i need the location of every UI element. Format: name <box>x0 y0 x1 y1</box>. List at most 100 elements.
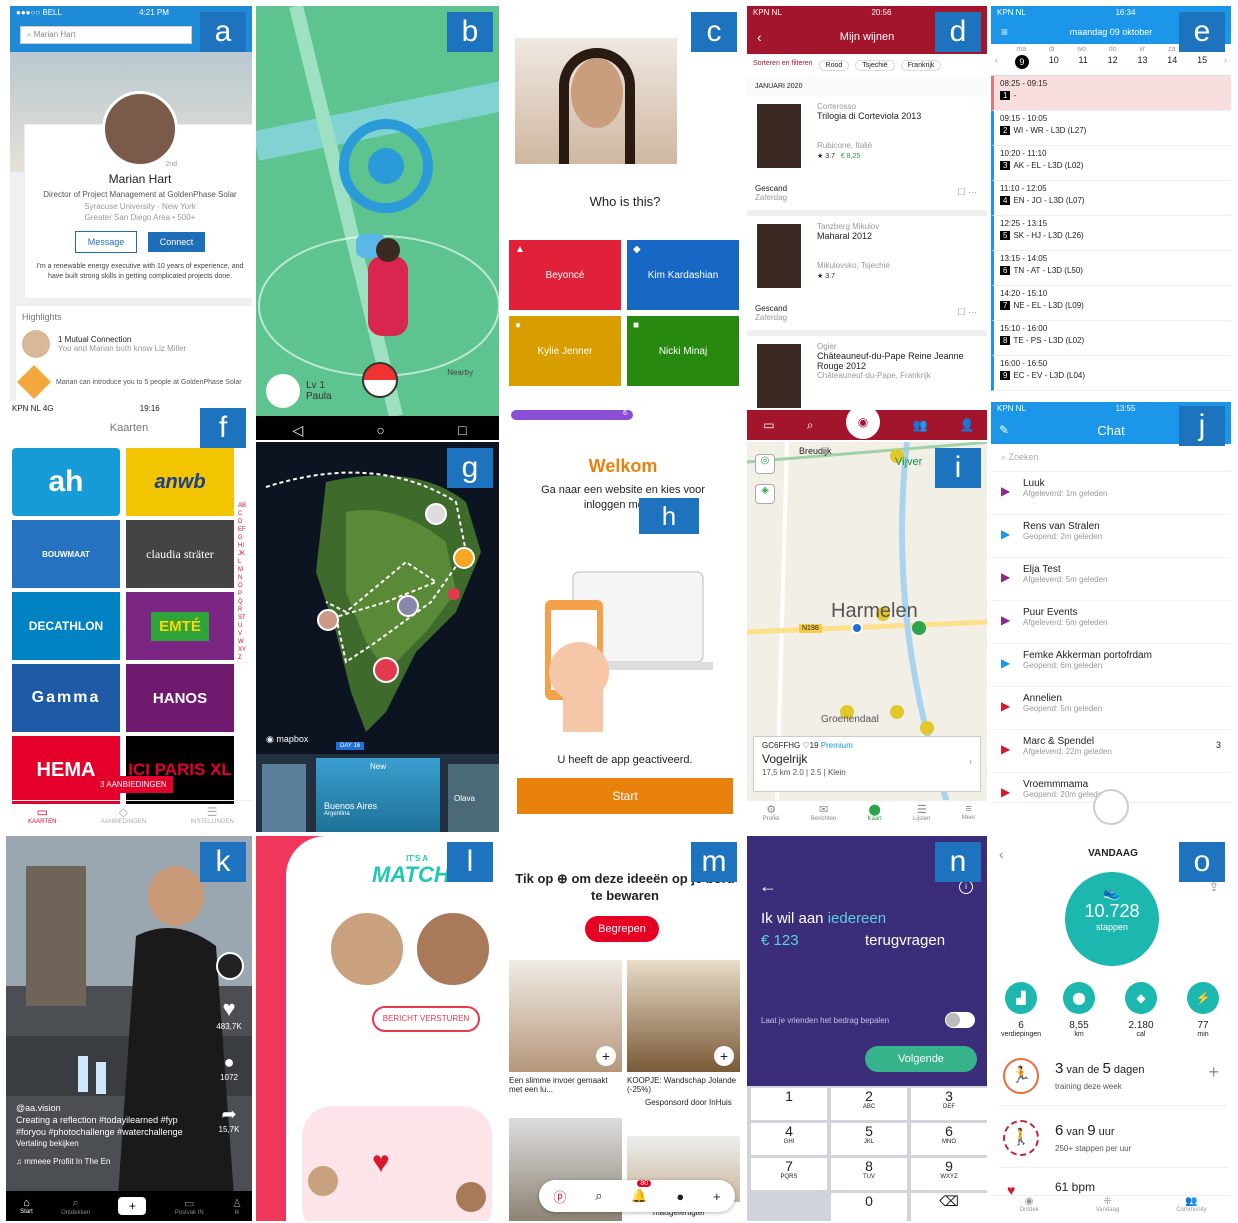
chevron-left-icon[interactable]: ‹ <box>995 55 998 65</box>
nearby-label[interactable]: Nearby <box>447 368 473 377</box>
home-icon[interactable]: ○ <box>376 422 384 438</box>
tab-inbox[interactable]: ▭ Postvak IN <box>175 1197 204 1216</box>
floors-stat[interactable]: ▟ 6 verdiepingen <box>991 982 1051 1038</box>
info-icon[interactable]: i <box>959 880 973 894</box>
friends-icon[interactable]: 👥 <box>912 418 927 432</box>
recipient-selector[interactable]: iedereen <box>828 910 886 927</box>
date[interactable]: 12 <box>1108 55 1118 69</box>
chat-row[interactable]: ▶ Puur Events Afgeleverd: 5m geleden <box>991 601 1231 644</box>
lesson-row[interactable]: 16:00 - 16:50 9 EC - EV - L3D (L04) <box>991 356 1231 391</box>
add-icon[interactable]: + <box>1208 1062 1219 1083</box>
new-chat-icon[interactable]: ✎ <box>999 423 1009 437</box>
offers-badge[interactable]: 3 AANBIEDINGEN <box>94 776 173 793</box>
card-tile[interactable]: DECATHLON <box>12 592 120 660</box>
search-icon[interactable]: ⌕ <box>595 1188 602 1204</box>
keypad-key[interactable]: 1 <box>751 1088 827 1120</box>
date-selected[interactable]: 9 <box>1014 55 1029 69</box>
locate-icon[interactable]: ◎ <box>755 454 775 474</box>
add-pin-icon[interactable]: + <box>596 1046 616 1066</box>
keypad-key[interactable]: 6 MNO <box>911 1123 987 1155</box>
lesson-row[interactable]: 09:15 - 10:05 2 WI - WR - L3D (L27) <box>991 111 1231 146</box>
card-tile[interactable]: Gamma <box>12 664 120 732</box>
keypad-key[interactable]: 9 WXYZ <box>911 1158 987 1190</box>
distance-stat[interactable]: ⬤ 8,55 km <box>1049 982 1109 1038</box>
tab-offers[interactable]: ◇ AANBIEDINGEN <box>101 805 146 832</box>
lesson-row[interactable]: 15:10 - 16:00 8 TE - PS - L3D (L02) <box>991 321 1231 356</box>
camera-button[interactable] <box>1093 789 1129 825</box>
keypad-key[interactable]: 2 ABC <box>831 1088 907 1120</box>
filter-chip[interactable]: Tsjechië <box>855 60 895 71</box>
lesson-row[interactable]: 11:10 - 12:05 4 EN - JO - L3D (L07) <box>991 181 1231 216</box>
wine-card[interactable]: Corterosso Trilogia di Corteviola 2013 R… <box>747 96 987 216</box>
card-tile[interactable]: EMTÉ <box>126 592 234 660</box>
card-tile[interactable]: BOUWMAAT <box>12 520 120 588</box>
card-tile[interactable]: ah <box>12 448 120 516</box>
player-avatar[interactable] <box>266 374 300 408</box>
tab-cards[interactable]: ▭ KAARTEN <box>28 805 56 832</box>
cache-info-card[interactable]: GC6FFHG ♡19 Premium Vogelrijk 17,5 km 2.… <box>753 736 981 792</box>
chat-row[interactable]: ▶ Rens van Stralen Geopend: 2m geleden <box>991 515 1231 558</box>
profile-icon[interactable]: 👤 <box>960 418 975 432</box>
place-card[interactable]: Olava <box>448 764 499 832</box>
pinterest-home-icon[interactable]: ⓟ <box>553 1187 566 1206</box>
active-minutes-stat[interactable]: ⚡ 77 min <box>1173 982 1231 1038</box>
card-tile[interactable]: HEMA <box>12 736 120 804</box>
amount-input[interactable]: € 123 <box>761 932 799 949</box>
answer-button-1[interactable]: ▲ Beyoncé <box>509 240 621 310</box>
tab-community[interactable]: 👥 Community <box>1176 1196 1206 1221</box>
card-tile[interactable]: anwb <box>126 448 234 516</box>
pokeball-menu-button[interactable] <box>362 362 398 398</box>
pin-image[interactable]: + <box>627 960 740 1072</box>
keypad-key[interactable]: 8 TUV <box>831 1158 907 1190</box>
game-map[interactable] <box>256 6 501 416</box>
tab-home[interactable]: ⌂ Start <box>20 1197 33 1215</box>
tab-map[interactable]: ⬤ Kaart <box>868 803 882 832</box>
place-card-selected[interactable]: New Buenos Aires Argentina <box>316 758 440 832</box>
amount-toggle[interactable] <box>945 1012 975 1028</box>
chat-row[interactable]: ▶ Annelien Geopend: 5m geleden <box>991 687 1231 730</box>
chevron-right-icon[interactable]: › <box>1224 55 1227 65</box>
next-button[interactable]: Volgende <box>865 1046 977 1072</box>
filter-chip[interactable]: Rood <box>818 60 850 71</box>
date[interactable]: 13 <box>1137 55 1147 69</box>
tab-more[interactable]: ≡ Meer <box>962 803 976 832</box>
keypad-key[interactable]: 4 GHI <box>751 1123 827 1155</box>
place-card[interactable] <box>262 764 306 832</box>
profile-icon[interactable]: ● <box>676 1189 684 1204</box>
card-tile[interactable]: ICI PARIS XL <box>126 736 234 804</box>
share-icon[interactable]: ⇪ <box>1209 880 1219 894</box>
keypad-key[interactable]: 5 JKL <box>831 1123 907 1155</box>
start-button[interactable]: Start <box>517 778 733 814</box>
translate-link[interactable]: Vertaling bekijken <box>16 1138 186 1150</box>
lesson-row[interactable]: 12:25 - 13:15 5 SK - HJ - L3D (L26) <box>991 216 1231 251</box>
sort-filter-button[interactable]: Sorteren en filteren <box>753 60 813 71</box>
share-button[interactable]: ➦ 15,7K <box>212 1104 246 1134</box>
date[interactable]: 14 <box>1167 55 1177 69</box>
exercise-goal-row[interactable]: 🏃 3 van de 5 dagen training deze week + <box>999 1050 1227 1106</box>
wine-card[interactable]: Tanzberg Mikulov Maharal 2012 Mikulovsko… <box>747 216 987 336</box>
add-pin-icon[interactable]: + <box>714 1046 734 1066</box>
card-tile[interactable]: claudia sträter <box>126 520 234 588</box>
comment-button[interactable]: ● 1072 <box>212 1052 246 1082</box>
answer-button-2[interactable]: ◆ Kim Kardashian <box>627 240 739 310</box>
date[interactable]: 11 <box>1079 55 1088 69</box>
tab-discover[interactable]: ◉ Ontdek <box>1019 1196 1038 1221</box>
search-input[interactable]: ⌕ Zoeken <box>991 444 1231 472</box>
creator-avatar[interactable] <box>216 952 244 980</box>
search-input[interactable]: ⌕ Marian Hart <box>20 26 192 44</box>
tab-today[interactable]: ⁜ Vandaag <box>1096 1196 1120 1221</box>
create-button[interactable]: + <box>118 1197 147 1215</box>
lesson-row[interactable]: 13:15 - 14:05 6 TN - AT - L3D (L50) <box>991 251 1231 286</box>
more-icon[interactable]: ☐ ⋯ <box>957 187 977 198</box>
send-message-button[interactable]: BERICHT VERSTUREN <box>372 1006 480 1032</box>
wine-list-icon[interactable]: ▭ <box>763 418 774 432</box>
date[interactable]: 10 <box>1049 55 1059 69</box>
connect-button[interactable]: Connect <box>147 232 206 252</box>
camera-icon[interactable]: ◉ <box>846 405 881 439</box>
tab-profile[interactable]: ⚙ Profiel <box>763 803 780 832</box>
got-it-button[interactable]: Begrepen <box>585 916 659 942</box>
keypad-key[interactable] <box>751 1193 827 1221</box>
add-icon[interactable]: + <box>713 1189 721 1204</box>
tab-settings[interactable]: ☰ INSTELLINGEN <box>190 805 233 832</box>
keypad-key[interactable]: ⌫ <box>911 1193 987 1221</box>
